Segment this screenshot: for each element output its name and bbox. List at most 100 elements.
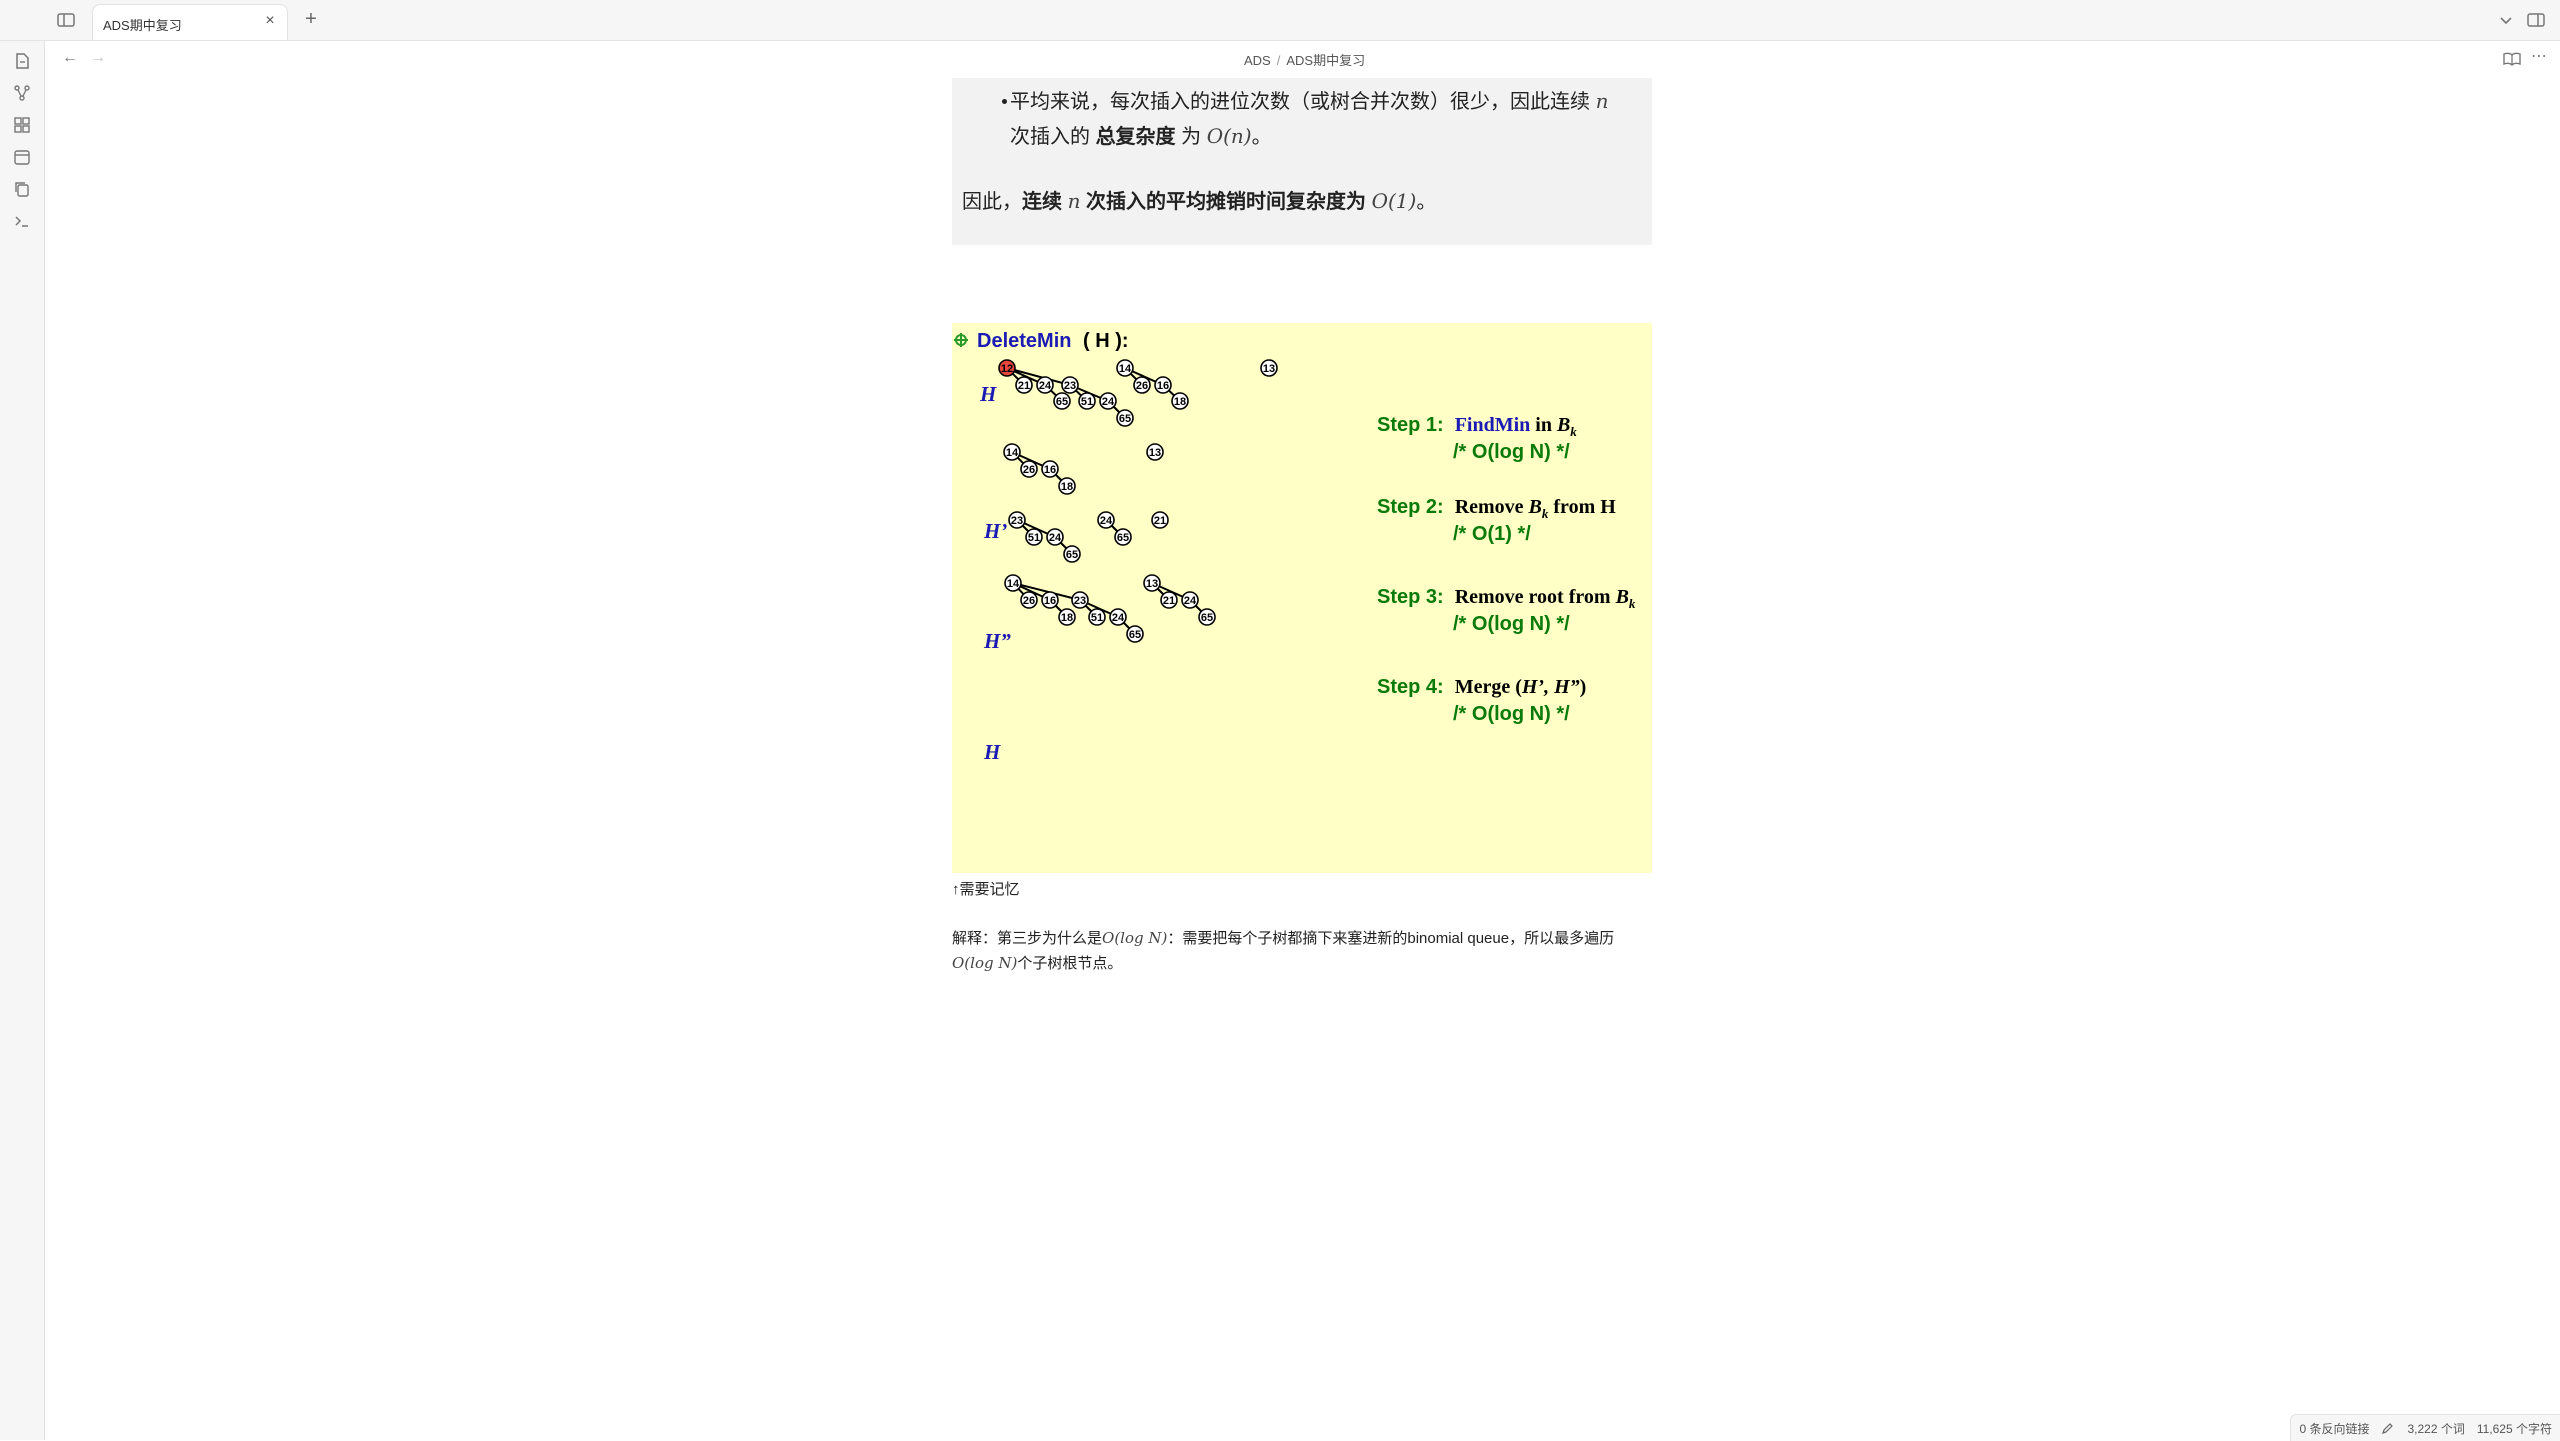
svg-text:51: 51 xyxy=(1091,612,1103,624)
svg-text:13: 13 xyxy=(1146,578,1158,590)
min-tree-node: 12 xyxy=(998,359,1016,377)
svg-text:24: 24 xyxy=(1049,532,1062,544)
tree-node: 21 xyxy=(1015,376,1033,394)
more-options-icon[interactable]: ⋯ xyxy=(2528,47,2550,67)
svg-text:24: 24 xyxy=(1184,595,1197,607)
new-note-icon[interactable] xyxy=(12,51,32,71)
step-1: Step 1: FindMin in Bk xyxy=(1377,414,1577,439)
tree-node: 24 xyxy=(1099,392,1117,410)
svg-text:23: 23 xyxy=(1064,380,1076,392)
reading-view-icon[interactable] xyxy=(2502,49,2522,69)
tree-node: 13 xyxy=(1143,574,1161,592)
svg-text:51: 51 xyxy=(1028,532,1040,544)
tree-node: 26 xyxy=(1020,591,1038,609)
math-n: n xyxy=(1067,189,1081,213)
left-ribbon xyxy=(0,41,45,1440)
step-label: Step 1: xyxy=(1377,414,1444,436)
title-bar: ADS期中复习 × + xyxy=(0,0,2560,41)
tree-node: 24 xyxy=(1036,376,1054,394)
tree-node: 23 xyxy=(1008,511,1026,529)
svg-text:65: 65 xyxy=(1066,549,1078,561)
status-bar: 0 条反向链接 3,222 个词 11,625 个字符 xyxy=(2290,1414,2560,1441)
tree-node: 26 xyxy=(1133,376,1151,394)
pencil-icon[interactable] xyxy=(2381,1421,2395,1435)
svg-text:24: 24 xyxy=(1100,515,1113,527)
svg-text:13: 13 xyxy=(1149,447,1161,459)
svg-text:16: 16 xyxy=(1157,380,1169,392)
math-n: n xyxy=(1595,89,1609,113)
math-o-log-n: O(log N) xyxy=(1102,929,1168,947)
graph-view-icon[interactable] xyxy=(12,83,32,103)
close-icon[interactable]: × xyxy=(261,12,279,30)
canvas-icon[interactable] xyxy=(12,115,32,135)
diagram-title-args: ( H ): xyxy=(1083,330,1129,352)
step-action: FindMin xyxy=(1455,414,1531,436)
tree-node: 14 xyxy=(1004,574,1022,592)
svg-text:23: 23 xyxy=(1074,595,1086,607)
svg-text:16: 16 xyxy=(1044,595,1056,607)
copy-icon[interactable] xyxy=(12,179,32,199)
tree-node: 18 xyxy=(1058,477,1076,495)
calendar-icon[interactable] xyxy=(12,147,32,167)
tab-title: ADS期中复习 xyxy=(103,18,182,33)
tree-node: 51 xyxy=(1088,608,1106,626)
tree-node: 16 xyxy=(1154,376,1172,394)
svg-text:26: 26 xyxy=(1023,464,1035,476)
step-var: B xyxy=(1615,586,1629,608)
bullet-text-prefix: 平均来说，每次插入的进位次数（或树合并次数）很少，因此连续 xyxy=(1010,91,1590,113)
svg-text:18: 18 xyxy=(1061,481,1073,493)
tree-node: 13 xyxy=(1260,359,1278,377)
breadcrumb-folder[interactable]: ADS xyxy=(1244,53,1271,68)
tree-node: 16 xyxy=(1041,591,1059,609)
svg-text:65: 65 xyxy=(1119,413,1131,425)
tree-node: 23 xyxy=(1061,376,1079,394)
tree-node: 16 xyxy=(1041,460,1059,478)
svg-text:14: 14 xyxy=(1007,578,1020,590)
tree-node: 18 xyxy=(1171,392,1189,410)
step-3: Step 3: Remove root from Bk xyxy=(1377,586,1636,611)
breadcrumb-note-title[interactable]: ADS期中复习 xyxy=(1286,53,1365,68)
bullet-text-bold: 总复杂度 xyxy=(1095,126,1176,148)
explanation-paragraph: 解释：第三步为什么是O(log N)：需要把每个子树都摘下来塞进新的binomi… xyxy=(952,926,1652,976)
step-tail: ) xyxy=(1580,676,1587,698)
row-label-h: H xyxy=(979,382,997,406)
char-count: 11,625 个字符 xyxy=(2476,1421,2552,1436)
new-tab-icon[interactable]: + xyxy=(300,8,322,30)
bullet-icon xyxy=(1002,99,1007,104)
step-tail: from H xyxy=(1548,496,1616,518)
explanation-text: 个子树根节点。 xyxy=(1017,955,1123,972)
step-3-cost: /* O(log N) */ xyxy=(1453,613,1570,635)
step-var: H’, H” xyxy=(1521,676,1580,698)
step-2: Step 2: Remove Bk from H xyxy=(1377,496,1616,521)
svg-text:65: 65 xyxy=(1056,396,1068,408)
svg-text:23: 23 xyxy=(1011,515,1023,527)
svg-text:18: 18 xyxy=(1174,396,1186,408)
bullet-text-after: 为 xyxy=(1181,126,1202,148)
tree-node: 65 xyxy=(1198,608,1216,626)
view-header: ← → ADS / ADS期中复习 ⋯ xyxy=(45,41,2560,75)
svg-text:24: 24 xyxy=(1039,380,1052,392)
right-sidebar-toggle-icon[interactable] xyxy=(2526,10,2546,30)
tree-node: 65 xyxy=(1116,409,1134,427)
tree-node: 24 xyxy=(1181,591,1199,609)
conclusion-prefix: 因此， xyxy=(962,191,1022,213)
tree-node: 21 xyxy=(1151,511,1169,529)
tree-node: 21 xyxy=(1160,591,1178,609)
forward-arrow-icon[interactable]: → xyxy=(89,49,107,67)
note-content: 平均来说，每次插入的进位次数（或树合并次数）很少，因此连续 n 次插入的 总复杂… xyxy=(952,78,1652,972)
tree-node: 18 xyxy=(1058,608,1076,626)
tree-node: 14 xyxy=(1003,443,1021,461)
bullet-text-end: 。 xyxy=(1251,126,1272,148)
tree-node: 23 xyxy=(1071,591,1089,609)
callout-block: 平均来说，每次插入的进位次数（或树合并次数）很少，因此连续 n 次插入的 总复杂… xyxy=(952,78,1652,245)
svg-text:51: 51 xyxy=(1081,396,1093,408)
tree-node: 24 xyxy=(1097,511,1115,529)
tab-ads-review[interactable]: ADS期中复习 × xyxy=(92,4,288,40)
chevron-down-icon[interactable] xyxy=(2496,10,2516,30)
terminal-icon[interactable] xyxy=(12,211,32,231)
backlinks-count[interactable]: 0 条反向链接 xyxy=(2299,1420,2369,1437)
step-label: Step 3: xyxy=(1377,586,1444,608)
tree-node: 65 xyxy=(1053,392,1071,410)
back-arrow-icon[interactable]: ← xyxy=(61,49,79,67)
sidebar-toggle-icon[interactable] xyxy=(56,10,76,30)
